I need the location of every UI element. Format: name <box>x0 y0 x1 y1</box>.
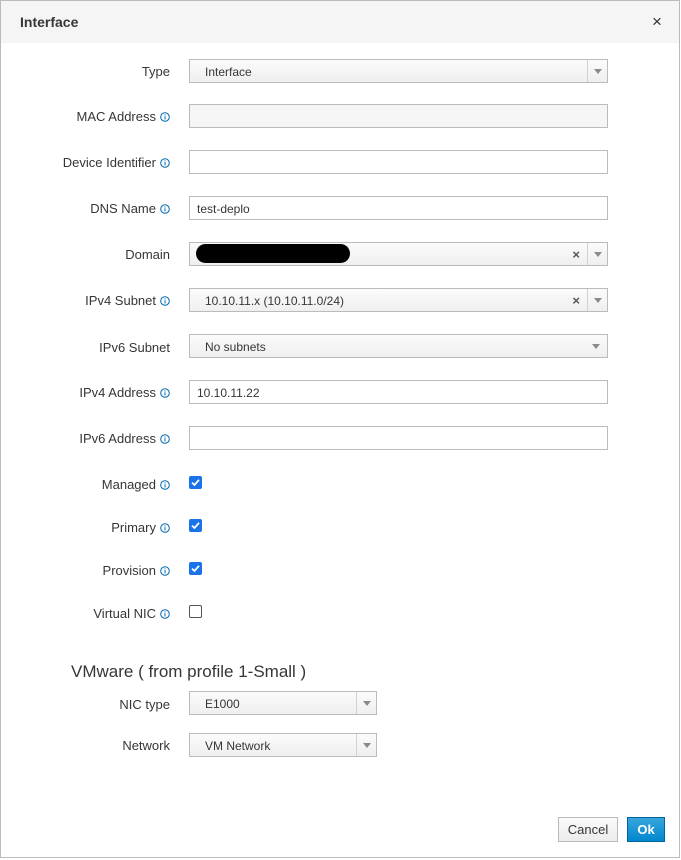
info-icon[interactable] <box>160 388 170 398</box>
info-icon[interactable] <box>160 566 170 576</box>
info-icon[interactable] <box>160 296 170 306</box>
ipv4-subnet-select[interactable]: 10.10.11.x (10.10.11.0/24) × <box>189 288 608 312</box>
chevron-down-icon <box>594 69 602 74</box>
ipv4-address-label: IPv4 Address <box>79 385 170 400</box>
network-toggle[interactable] <box>356 734 376 756</box>
domain-label-text: Domain <box>125 247 170 262</box>
chevron-down-icon <box>594 252 602 257</box>
chevron-down-icon <box>594 298 602 303</box>
chevron-down-icon <box>363 701 371 706</box>
network-label: Network <box>122 738 170 753</box>
primary-label-text: Primary <box>111 520 156 535</box>
info-icon[interactable] <box>160 112 170 122</box>
ipv4-address-label-text: IPv4 Address <box>79 385 156 400</box>
dns-name-label-text: DNS Name <box>90 201 156 216</box>
check-icon <box>191 479 200 487</box>
ipv4-address-input[interactable]: 10.10.11.22 <box>189 380 608 404</box>
nic-type-label: NIC type <box>119 697 170 712</box>
type-label-text: Type <box>141 64 170 79</box>
dns-name-label: DNS Name <box>90 201 170 216</box>
type-select-value: Interface <box>205 65 252 79</box>
type-label: Type <box>142 64 170 79</box>
ipv6-subnet-label: IPv6 Subnet <box>99 340 170 355</box>
provision-checkbox[interactable] <box>189 562 202 575</box>
dns-name-input[interactable]: test-deplo <box>189 196 608 220</box>
ok-button[interactable]: Ok <box>627 817 665 842</box>
info-icon[interactable] <box>160 434 170 444</box>
ipv6-subnet-value: No subnets <box>205 340 266 354</box>
ipv6-subnet-select[interactable]: No subnets <box>189 334 608 358</box>
provision-label: Provision <box>103 563 170 578</box>
type-select[interactable]: Interface <box>189 59 608 83</box>
ipv4-subnet-label-text: IPv4 Subnet <box>85 293 156 308</box>
ipv6-address-label-text: IPv6 Address <box>79 431 156 446</box>
info-icon[interactable] <box>160 158 170 168</box>
dialog-title: Interface <box>20 14 79 30</box>
nic-type-value: E1000 <box>205 697 240 711</box>
managed-checkbox[interactable] <box>189 476 202 489</box>
managed-label: Managed <box>102 477 170 492</box>
domain-label: Domain <box>125 247 170 262</box>
dialog-header: Interface × <box>1 1 679 43</box>
provision-label-text: Provision <box>102 563 156 578</box>
chevron-down-icon <box>363 743 371 748</box>
network-label-text: Network <box>122 738 170 753</box>
mac-address-label-text: MAC Address <box>76 109 156 124</box>
dns-name-value: test-deplo <box>197 202 250 216</box>
ipv4-subnet-value: 10.10.11.x (10.10.11.0/24) <box>205 294 344 308</box>
ipv4-address-value: 10.10.11.22 <box>197 386 260 400</box>
ipv4-subnet-label: IPv4 Subnet <box>85 293 170 308</box>
info-icon[interactable] <box>160 480 170 490</box>
nic-type-toggle[interactable] <box>356 692 376 714</box>
ipv6-address-input[interactable] <box>189 426 608 450</box>
device-identifier-input[interactable] <box>189 150 608 174</box>
clear-icon[interactable]: × <box>572 293 580 308</box>
type-select-toggle[interactable] <box>587 60 607 82</box>
cancel-button[interactable]: Cancel <box>558 817 618 842</box>
check-icon <box>191 565 200 573</box>
nic-type-select[interactable]: E1000 <box>189 691 377 715</box>
nic-type-label-text: NIC type <box>119 697 170 712</box>
mac-address-label: MAC Address <box>77 109 170 124</box>
vmware-section-title: VMware ( from profile 1-Small ) <box>71 662 307 681</box>
info-icon[interactable] <box>160 609 170 619</box>
interface-dialog: Interface × Type Interface MAC Address D… <box>0 0 680 858</box>
redaction-mark <box>196 244 350 263</box>
domain-select-toggle[interactable] <box>587 243 607 265</box>
check-icon <box>191 522 200 530</box>
device-identifier-label-text: Device Identifier <box>62 155 156 170</box>
virtual-nic-label: Virtual NIC <box>93 606 170 621</box>
mac-address-input[interactable] <box>189 104 608 128</box>
device-identifier-label: Device Identifier <box>63 155 170 170</box>
primary-label: Primary <box>111 520 170 535</box>
close-icon[interactable]: × <box>650 12 664 32</box>
ipv4-subnet-toggle[interactable] <box>587 289 607 311</box>
virtual-nic-label-text: Virtual NIC <box>93 606 156 621</box>
ipv6-address-label: IPv6 Address <box>79 431 170 446</box>
network-value: VM Network <box>205 739 271 753</box>
virtual-nic-checkbox[interactable] <box>189 605 202 618</box>
info-icon[interactable] <box>160 523 170 533</box>
clear-icon[interactable]: × <box>572 247 580 262</box>
network-select[interactable]: VM Network <box>189 733 377 757</box>
primary-checkbox[interactable] <box>189 519 202 532</box>
ipv6-subnet-label-text: IPv6 Subnet <box>99 340 170 355</box>
domain-select[interactable]: × <box>189 242 608 266</box>
info-icon[interactable] <box>160 204 170 214</box>
chevron-down-icon <box>592 344 600 349</box>
managed-label-text: Managed <box>101 477 156 492</box>
